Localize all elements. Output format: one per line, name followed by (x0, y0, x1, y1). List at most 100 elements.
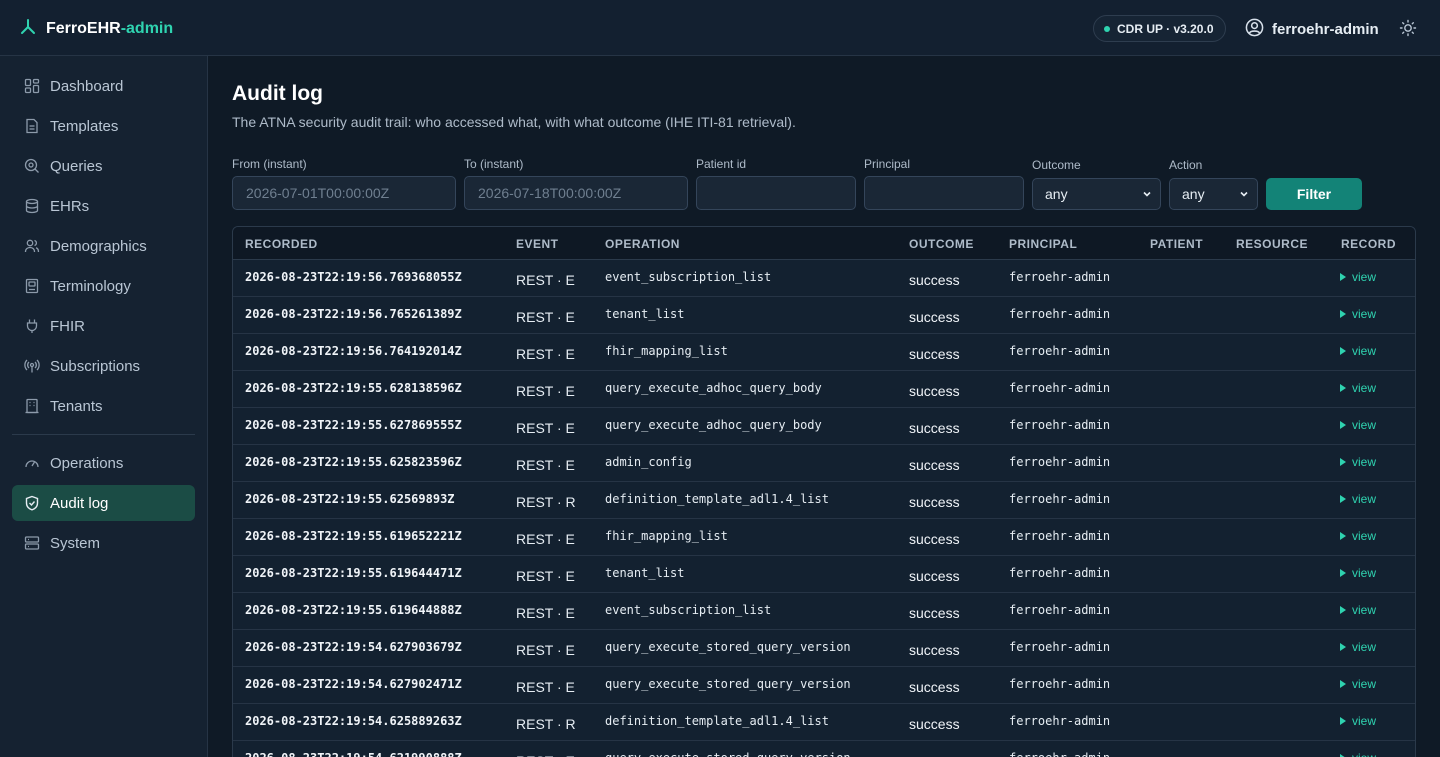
user-circle-icon (1245, 18, 1264, 40)
recorded-cell: 2026-08-23T22:19:55.625823596Z (245, 455, 462, 469)
sidebar-item-fhir[interactable]: FHIR (12, 308, 195, 344)
patient-input[interactable] (696, 176, 856, 210)
brand-name: FerroEHR-admin (46, 19, 174, 37)
col-resource: RESOURCE (1236, 237, 1309, 251)
operation-cell: definition_template_adl1.4_list (605, 492, 829, 506)
table-row: 2026-08-23T22:19:56.769368055Z REST · E ev… (233, 260, 1415, 297)
event-cell: REST · E (516, 753, 575, 757)
sidebar-item-queries[interactable]: Queries (12, 148, 195, 184)
view-record-link[interactable]: view (1340, 751, 1376, 757)
sidebar-item-label: Terminology (50, 277, 131, 295)
recorded-cell: 2026-08-23T22:19:55.627869555Z (245, 418, 462, 432)
event-cell: REST · E (516, 383, 575, 399)
principal-input[interactable] (864, 176, 1024, 210)
principal-cell: ferroehr-admin (1009, 677, 1111, 691)
view-record-link[interactable]: view (1340, 714, 1376, 728)
to-input[interactable]: 2026-07-18T00:00:00Z (464, 176, 688, 210)
principal-cell: ferroehr-admin (1009, 492, 1111, 506)
dashboard-icon (24, 78, 40, 94)
view-record-link[interactable]: view (1340, 492, 1376, 506)
logo-icon (18, 17, 38, 40)
view-record-link[interactable]: view (1340, 640, 1376, 654)
top-bar: FerroEHR-admin CDR UP · v3.20.0 ferroehr… (0, 0, 1440, 56)
col-event: EVENT (516, 237, 559, 251)
view-record-link[interactable]: view (1340, 418, 1376, 432)
view-label: view (1352, 640, 1377, 654)
recorded-cell: 2026-08-23T22:19:54.627903679Z (245, 640, 462, 654)
expand-triangle-icon (1340, 347, 1346, 355)
table-header: RECORDED EVENT OPERATION OUTCOME PRINCIP… (233, 227, 1415, 260)
outcome-cell: success (909, 605, 960, 621)
action-label: Action (1169, 158, 1203, 172)
outcome-value: any (1045, 186, 1068, 202)
view-label: view (1352, 418, 1377, 432)
status-badge: CDR UP · v3.20.0 (1093, 15, 1226, 42)
action-select[interactable]: any (1169, 178, 1258, 210)
operation-cell: event_subscription_list (605, 603, 772, 617)
view-record-link[interactable]: view (1340, 307, 1376, 321)
sidebar-divider (12, 434, 195, 435)
view-record-link[interactable]: view (1340, 455, 1376, 469)
expand-triangle-icon (1340, 569, 1346, 577)
view-record-link[interactable]: view (1340, 603, 1376, 617)
principal-cell: ferroehr-admin (1009, 751, 1110, 757)
col-recorded: RECORDED (245, 237, 318, 251)
sidebar-item-subscriptions[interactable]: Subscriptions (12, 348, 195, 384)
recorded-cell: 2026-08-23T22:19:54.625889263Z (245, 714, 462, 728)
view-record-link[interactable]: view (1340, 344, 1376, 358)
outcome-cell: success (909, 346, 960, 362)
col-principal: PRINCIPAL (1009, 237, 1078, 251)
view-record-link[interactable]: view (1340, 677, 1376, 691)
event-cell: REST · E (516, 457, 575, 473)
outcome-cell: success (909, 457, 960, 473)
sidebar-item-label: Demographics (50, 237, 147, 255)
operation-cell: definition_template_adl1.4_list (605, 714, 829, 728)
sidebar-item-label: Templates (50, 117, 119, 135)
sidebar-item-terminology[interactable]: Terminology (12, 268, 195, 304)
sidebar-item-tenants[interactable]: Tenants (12, 388, 195, 424)
from-label: From (instant) (232, 157, 307, 171)
outcome-label: Outcome (1032, 158, 1081, 172)
event-cell: REST · R (516, 494, 576, 510)
sidebar-item-demographics[interactable]: Demographics (12, 228, 195, 264)
sidebar-item-operations[interactable]: Operations (12, 445, 195, 481)
outcome-cell: success (909, 531, 960, 547)
view-record-link[interactable]: view (1340, 529, 1376, 543)
sidebar-item-audit-log[interactable]: Audit log (12, 485, 195, 521)
theme-toggle-button[interactable] (1399, 19, 1417, 37)
outcome-select[interactable]: any (1032, 178, 1161, 210)
server-icon (24, 536, 40, 550)
recorded-cell: 2026-08-23T22:19:55.619652221Z (245, 529, 462, 543)
brand[interactable]: FerroEHR-admin (18, 17, 173, 40)
recorded-cell: 2026-08-23T22:19:54.627902471Z (245, 677, 462, 691)
outcome-cell: success (909, 716, 960, 732)
view-record-link[interactable]: view (1340, 270, 1376, 284)
status-dot-icon (1104, 25, 1110, 32)
outcome-cell: success (909, 568, 960, 584)
sidebar-item-label: Subscriptions (50, 357, 141, 375)
principal-cell: ferroehr-admin (1009, 307, 1111, 321)
expand-triangle-icon (1340, 532, 1346, 540)
table-row: 2026-08-23T22:19:54.627902471Z REST · E qu… (233, 667, 1415, 704)
principal-cell: ferroehr-admin (1009, 603, 1111, 617)
sidebar-item-system[interactable]: System (12, 525, 195, 561)
sidebar-item-label: Dashboard (50, 77, 124, 95)
view-record-link[interactable]: view (1340, 566, 1376, 580)
view-label: view (1352, 566, 1377, 580)
view-label: view (1352, 677, 1377, 691)
view-record-link[interactable]: view (1340, 381, 1376, 395)
page-title: Audit log (232, 82, 323, 105)
filter-button[interactable]: Filter (1266, 178, 1362, 210)
sidebar-item-ehrs[interactable]: EHRs (12, 188, 195, 224)
template-icon (26, 118, 38, 134)
user-menu[interactable]: ferroehr-admin (1245, 18, 1379, 40)
event-cell: REST · E (516, 642, 575, 658)
table-row: 2026-08-23T22:19:55.627869555Z REST · E qu… (233, 408, 1415, 445)
sidebar-item-dashboard[interactable]: Dashboard (12, 68, 195, 104)
page-subtitle: The ATNA security audit trail: who acces… (232, 114, 796, 130)
col-patient: PATIENT (1150, 237, 1204, 251)
recorded-cell: 2026-08-23T22:19:56.764192014Z (245, 344, 462, 358)
sidebar-item-templates[interactable]: Templates (12, 108, 195, 144)
from-input[interactable]: 2026-07-01T00:00:00Z (232, 176, 456, 210)
principal-cell: ferroehr-admin (1009, 270, 1111, 284)
